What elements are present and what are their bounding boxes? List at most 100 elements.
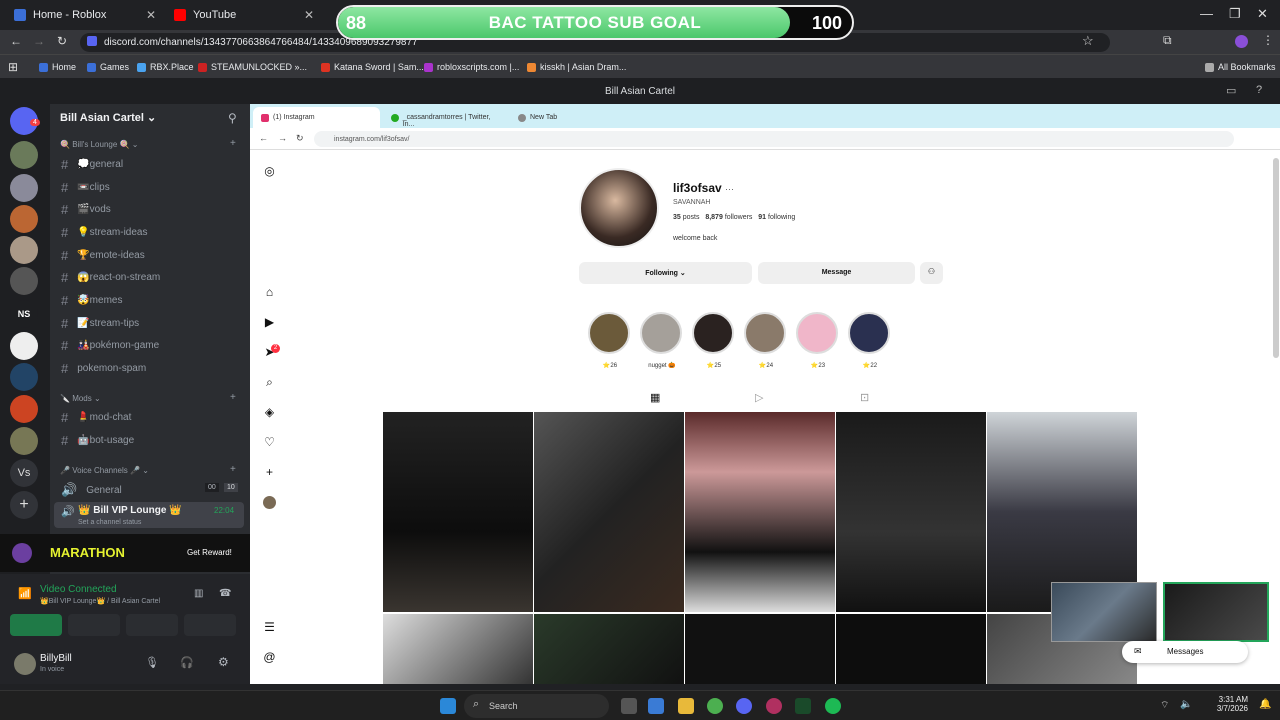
menu-icon[interactable]: ⋮ [1262,33,1274,47]
app-icon[interactable] [648,698,664,714]
close-icon[interactable]: ✕ [304,8,314,22]
search-icon[interactable]: ⌕ [263,376,276,389]
profile-icon[interactable] [263,496,276,509]
bookmark-home[interactable]: Home [39,62,76,72]
settings-icon[interactable]: ⚙ [218,655,229,669]
grid-tab-icon[interactable]: ▦ [650,391,660,404]
server-icon[interactable] [10,205,38,233]
volume-icon[interactable]: 🔈 [1180,699,1192,710]
add-channel-icon[interactable]: + [230,392,236,403]
server-icon[interactable] [10,427,38,455]
activities-button[interactable] [126,614,178,636]
microphone-icon[interactable]: 🎙 [145,656,159,669]
back-icon[interactable]: ← [10,34,22,48]
signal-icon[interactable]: 📶 [18,587,32,600]
channel-stream-ideas[interactable]: # 💡stream-ideas [61,225,147,240]
following-button[interactable]: Following ⌄ [579,262,752,284]
webcam-tile[interactable] [1051,582,1157,642]
noise-icon[interactable]: ▥ [194,588,203,599]
highlight-circle[interactable] [588,312,630,354]
post-thumbnail[interactable] [534,614,684,684]
reels-tab-icon[interactable]: ▷ [755,391,763,404]
highlight-circle[interactable] [640,312,682,354]
maximize-icon[interactable]: ❐ [1229,6,1241,22]
taskbar-search[interactable]: ⌕ Search [464,694,609,718]
opera-icon[interactable] [766,698,782,714]
threads-icon[interactable]: @ [263,651,276,664]
channel-emote-ideas[interactable]: # 🏆emote-ideas [61,248,145,263]
category-bills-lounge[interactable]: 🍭 Bill's Lounge 🍭 ⌄ [60,140,138,149]
reload-icon[interactable]: ↻ [57,34,67,48]
server-icon[interactable] [10,363,38,391]
channel-status[interactable]: Set a channel status [78,519,141,526]
highlight-circle[interactable] [796,312,838,354]
add-channel-icon[interactable]: + [230,464,236,475]
channel-bot-usage[interactable]: # 🤖bot-usage [61,433,134,448]
voice-channel-general[interactable]: 🔊 General [61,482,122,498]
home-icon[interactable]: ⌂ [263,286,276,299]
headphones-icon[interactable]: 🎧 [180,656,194,669]
reels-icon[interactable]: ▶ [263,316,276,329]
camera-button[interactable] [10,614,62,636]
channel-clips[interactable]: # 📼clips [61,180,110,195]
ig-address-bar[interactable]: instagram.com/lif3ofsav/ [314,131,1234,147]
screen-share-button[interactable] [68,614,120,636]
post-thumbnail[interactable] [383,412,533,612]
server-icon[interactable] [10,141,38,169]
soundboard-button[interactable] [184,614,236,636]
post-thumbnail[interactable] [685,614,835,684]
channel-pokemon-spam[interactable]: # pokemon-spam [61,361,146,376]
bookmark-rbxplace[interactable]: RBX.Place [137,62,194,72]
channel-general[interactable]: # 💭general [61,157,123,172]
browser-tab-youtube[interactable]: YouTube ✕ [166,4,322,26]
extensions-icon[interactable]: ⧉ [1163,33,1172,48]
ig-tab-twitter[interactable]: _cassandramtorres | Twitter, In... [383,107,508,128]
get-reward-button[interactable]: Get Reward! [187,548,232,557]
instagram-logo-icon[interactable]: ◎ [263,165,276,178]
post-thumbnail[interactable] [383,614,533,684]
app-icon[interactable] [795,698,811,714]
post-thumbnail[interactable] [685,412,835,612]
profile-avatar[interactable] [579,168,659,248]
server-vs[interactable]: Vs [10,459,38,487]
webcam-tile-speaking[interactable] [1163,582,1269,642]
forward-icon[interactable]: → [33,34,45,48]
browser-tab-roblox[interactable]: Home - Roblox ✕ [6,4,164,26]
channel-memes[interactable]: # 🤯memes [61,293,122,308]
category-voice-channels[interactable]: 🎤 Voice Channels 🎤 ⌄ [60,466,149,475]
spotify-icon[interactable] [825,698,841,714]
ig-tab-new[interactable]: New Tab [510,107,635,128]
post-thumbnail[interactable] [534,412,684,612]
channel-stream-tips[interactable]: # 📝stream-tips [61,316,139,331]
highlight-circle[interactable] [848,312,890,354]
help-icon[interactable]: ? [1256,84,1262,96]
star-icon[interactable]: ☆ [1082,33,1094,49]
bookmark-steamunlocked[interactable]: STEAMUNLOCKED »... [198,62,307,72]
add-member-icon[interactable]: ⚲ [228,111,237,125]
profile-avatar[interactable] [1235,35,1248,48]
highlight-circle[interactable] [692,312,734,354]
file-explorer-icon[interactable] [678,698,694,714]
notifications-icon[interactable]: 🔔 [1259,699,1271,710]
task-view-icon[interactable] [621,698,637,714]
post-thumbnail[interactable] [836,412,986,612]
server-icon[interactable] [10,267,38,295]
channel-pokemon-game[interactable]: # 🎎pokémon-game [61,338,159,353]
wifi-icon[interactable]: ⌔ [1160,699,1169,712]
message-button[interactable]: Message [758,262,915,284]
post-thumbnail[interactable] [836,614,986,684]
bookmark-katana[interactable]: Katana Sword | Sam... [321,62,424,72]
server-name[interactable]: Bill Asian Cartel ⌄ [60,111,156,124]
highlight-circle[interactable] [744,312,786,354]
more-options-icon[interactable]: ··· [725,184,734,194]
site-info-icon[interactable] [87,36,97,46]
close-window-icon[interactable]: ✕ [1257,6,1268,22]
heart-icon[interactable]: ♡ [263,436,276,449]
add-server-icon[interactable]: + [10,491,38,519]
channel-mod-chat[interactable]: # 💄mod-chat [61,410,131,425]
add-channel-icon[interactable]: + [230,138,236,149]
bookmark-games[interactable]: Games [87,62,129,72]
minimize-icon[interactable]: — [1200,6,1213,21]
create-icon[interactable]: + [263,466,276,479]
discord-icon[interactable] [736,698,752,714]
